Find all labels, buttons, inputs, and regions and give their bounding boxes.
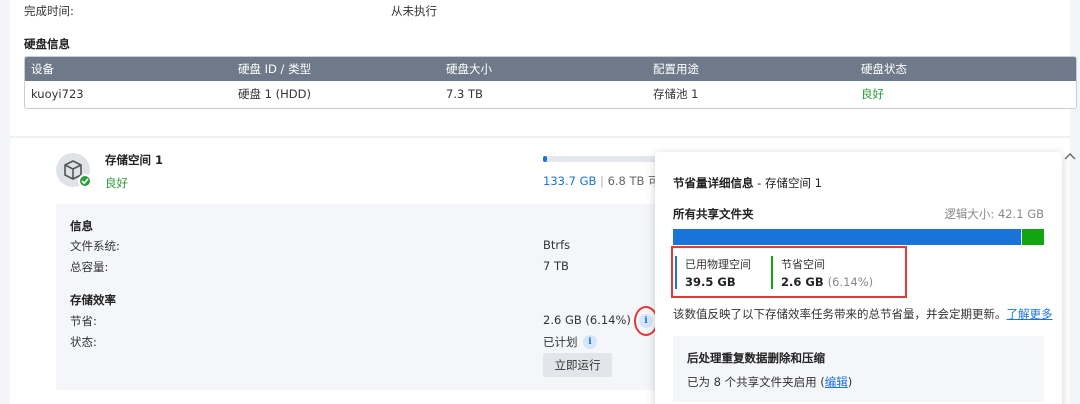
legend-saved-value: 2.6 GB (6.14%): [781, 275, 873, 289]
dedup-card-title: 后处理重复数据删除和压缩: [687, 351, 825, 365]
legend-used-label: 已用物理空间: [685, 258, 751, 271]
legend-saved-label: 节省空间: [781, 258, 825, 271]
completed-value: 从未执行: [391, 4, 437, 18]
dedup-text-pre: 已为 8 个共享文件夹启用 (: [687, 375, 825, 389]
dedup-card-text: 已为 8 个共享文件夹启用 (编辑): [687, 374, 852, 390]
table-header: 设备 硬盘 ID / 类型 硬盘大小 配置用途 硬盘状态: [25, 57, 1076, 81]
dedup-card: 后处理重复数据删除和压缩 已为 8 个共享文件夹启用 (编辑): [673, 336, 1044, 402]
capacity-label: 总容量:: [70, 260, 109, 274]
cell-status: 良好: [861, 87, 884, 101]
info-title: 信息: [70, 219, 93, 233]
disk-info-title: 硬盘信息: [24, 37, 70, 51]
cell-usage: 存储池 1: [653, 87, 699, 101]
col-disk-size[interactable]: 硬盘大小: [446, 57, 492, 81]
usage-total: 6.8 TB 可: [607, 174, 660, 188]
run-now-button[interactable]: 立即运行: [543, 353, 612, 377]
cell-device: kuoyi723: [31, 87, 84, 101]
saved-amount: 2.6 GB: [781, 275, 824, 289]
filesystem-value: Btrfs: [543, 238, 571, 252]
pool-status: 良好: [105, 176, 128, 190]
capacity-value: 7 TB: [543, 259, 569, 273]
usage-progress-fill: [543, 156, 547, 162]
savings-detail-popover: 节省量详细信息 - 存储空间 1 所有共享文件夹 逻辑大小: 42.1 GB 已…: [655, 152, 1062, 404]
description-text: 该数值反映了以下存储效率任务带来的总节省量，并会定期更新。: [673, 307, 1007, 321]
check-icon: [81, 178, 89, 185]
used-physical-segment: [673, 229, 1021, 245]
popover-title-sub: - 存储空间 1: [753, 176, 822, 190]
dedup-text-post: ): [847, 375, 853, 389]
savings-label: 节省:: [70, 314, 97, 328]
cell-disk-id: 硬盘 1 (HDD): [238, 87, 311, 101]
pool-name[interactable]: 存储空间 1: [105, 152, 163, 168]
legend-used-value: 39.5 GB: [685, 275, 736, 289]
chevron-up-icon[interactable]: [1064, 152, 1076, 162]
popover-description: 该数值反映了以下存储效率任务带来的总节省量，并会定期更新。了解更多: [673, 306, 1053, 322]
status-check-badge: [78, 174, 92, 188]
status-label: 状态:: [70, 335, 97, 349]
popover-title-main: 节省量详细信息: [673, 176, 754, 190]
status-value: 已计划: [543, 335, 578, 349]
usage-used: 133.7 GB: [543, 174, 597, 188]
completed-label: 完成时间:: [24, 4, 74, 18]
saved-percent: (6.14%): [827, 275, 874, 289]
cell-disk-size: 7.3 TB: [446, 87, 483, 101]
filesystem-label: 文件系统:: [70, 239, 120, 253]
usage-separator: |: [600, 174, 604, 188]
usage-progress-bar: [543, 156, 673, 162]
edit-link[interactable]: 编辑: [825, 375, 848, 389]
table-row[interactable]: kuoyi723 硬盘 1 (HDD) 7.3 TB 存储池 1 良好: [25, 81, 1076, 108]
legend-saved: 节省空间 2.6 GB (6.14%): [771, 256, 873, 289]
col-disk-id[interactable]: 硬盘 ID / 类型: [238, 57, 311, 81]
savings-bar: [673, 229, 1044, 245]
section-divider: [0, 136, 1080, 138]
usage-text: 133.7 GB | 6.8 TB 可: [543, 173, 660, 189]
col-status[interactable]: 硬盘状态: [861, 57, 907, 81]
saved-segment: [1022, 229, 1044, 245]
info-icon[interactable]: i: [583, 335, 597, 349]
popover-title: 节省量详细信息 - 存储空间 1: [673, 175, 822, 191]
efficiency-title: 存储效率: [70, 293, 116, 307]
left-gutter: [0, 0, 10, 404]
col-usage[interactable]: 配置用途: [653, 57, 699, 81]
learn-more-link[interactable]: 了解更多: [1007, 307, 1053, 321]
all-shares-title: 所有共享文件夹: [673, 207, 754, 221]
logical-size: 逻辑大小: 42.1 GB: [944, 207, 1044, 221]
legend-used: 已用物理空间 39.5 GB: [675, 256, 751, 289]
col-device[interactable]: 设备: [31, 57, 54, 81]
disk-table: 设备 硬盘 ID / 类型 硬盘大小 配置用途 硬盘状态 kuoyi723 硬盘…: [24, 56, 1077, 109]
savings-value: 2.6 GB (6.14%): [543, 313, 631, 327]
